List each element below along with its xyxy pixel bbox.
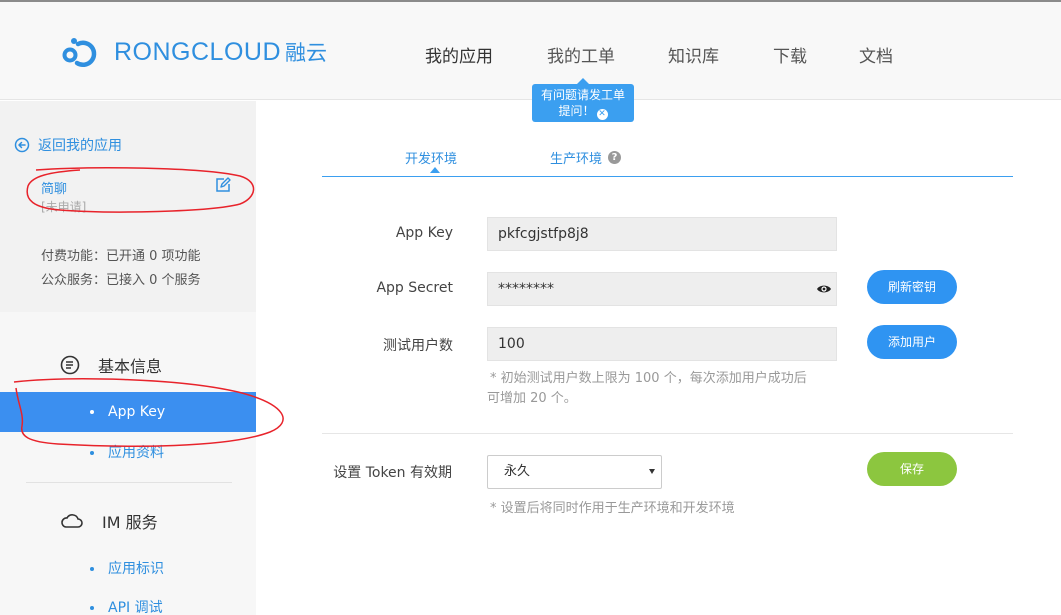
- edit-icon[interactable]: [215, 177, 231, 193]
- app-secret-field[interactable]: ********: [487, 272, 837, 306]
- menu-divider: [26, 482, 232, 483]
- public-services-text: 公众服务：已接入 0 个服务: [41, 273, 201, 288]
- nav-my-apps[interactable]: 我的应用: [425, 42, 493, 67]
- dropdown-arrow-icon: [649, 469, 655, 474]
- test-users-hint-line1: * 初始测试用户数上限为 100 个，每次添加用户成功后: [490, 371, 807, 386]
- back-to-apps-link[interactable]: 返回我的应用: [14, 135, 122, 155]
- tab-prod-env-label: 生产环境: [550, 152, 603, 167]
- token-hint: * 设置后将同时作用于生产环境和开发环境: [490, 501, 735, 516]
- nav-knowledge-base[interactable]: 知识库: [668, 42, 719, 67]
- tab-dev-env-label: 开发环境: [405, 152, 458, 167]
- token-expiry-label: 设置 Token 有效期: [333, 465, 452, 481]
- section-im-service[interactable]: IM 服务: [60, 509, 158, 533]
- test-users-field[interactable]: 100: [487, 327, 837, 361]
- sidebar: 返回我的应用 简聊 [未申请] 付费功能：已开通 0 项功能 公众服务：已接入 …: [0, 101, 256, 615]
- tab-prod-env[interactable]: 生产环境?: [550, 148, 622, 167]
- bullet-icon: [90, 606, 94, 610]
- brand-name: RONGCLOUD: [114, 37, 282, 66]
- bullet-icon: [90, 451, 94, 455]
- sidebar-menu: 基本信息 App Key 应用资料 IM 服务 应用标识 API 调试: [0, 312, 256, 615]
- sidebar-item-app-key[interactable]: App Key: [0, 392, 256, 432]
- tooltip-close-icon[interactable]: ✕: [596, 109, 608, 120]
- tooltip-line1: 有问题请发工单: [540, 88, 625, 102]
- back-label: 返回我的应用: [38, 138, 122, 154]
- token-expiry-value: 永久: [504, 464, 531, 479]
- back-arrow-icon: [14, 137, 30, 153]
- refresh-secret-button[interactable]: 刷新密钥: [867, 270, 957, 304]
- nav-docs[interactable]: 文档: [859, 42, 893, 67]
- active-tab-caret-icon: [430, 167, 440, 173]
- rongcloud-logo[interactable]: RONGCLOUD 融云: [60, 35, 327, 69]
- nav-download[interactable]: 下载: [773, 42, 807, 67]
- help-icon[interactable]: ?: [608, 151, 622, 164]
- app-summary: 返回我的应用 简聊 [未申请] 付费功能：已开通 0 项功能 公众服务：已接入 …: [0, 101, 256, 312]
- app-name: 简聊: [41, 182, 68, 197]
- add-user-button[interactable]: 添加用户: [867, 325, 957, 359]
- eye-icon[interactable]: [816, 281, 832, 297]
- section-basic-info-label: 基本信息: [98, 357, 163, 376]
- test-users-hint: * 初始测试用户数上限为 100 个，每次添加用户成功后 可增加 20 个。: [487, 369, 807, 409]
- app-status: [未申请]: [41, 200, 87, 214]
- sidebar-item-label: 应用标识: [108, 561, 164, 577]
- list-circle-icon: [60, 355, 80, 375]
- test-users-label: 测试用户数: [383, 338, 453, 354]
- app-key-label: App Key: [395, 225, 453, 241]
- sidebar-item-label: API 调试: [108, 600, 163, 615]
- nav-my-tickets[interactable]: 我的工单: [547, 42, 615, 67]
- section-basic-info[interactable]: 基本信息: [60, 353, 162, 377]
- bullet-icon: [90, 410, 94, 414]
- cloud-icon: [61, 514, 83, 528]
- app-secret-label: App Secret: [376, 280, 453, 296]
- save-button[interactable]: 保存: [867, 452, 957, 486]
- app-key-field[interactable]: pkfcgjstfp8j8: [487, 217, 837, 251]
- top-header: RONGCLOUD 融云 我的应用 我的工单 知识库 下载 文档: [0, 0, 1061, 100]
- bullet-icon: [90, 567, 94, 571]
- section-im-service-label: IM 服务: [102, 513, 158, 532]
- tab-dev-env[interactable]: 开发环境: [405, 148, 457, 167]
- sidebar-item-api-debug[interactable]: API 调试: [0, 588, 256, 615]
- section-divider: [322, 433, 1013, 434]
- tooltip-line2: 提问！: [558, 104, 595, 118]
- paid-features-text: 付费功能：已开通 0 项功能: [41, 249, 201, 264]
- ticket-tooltip[interactable]: 有问题请发工单 提问！ ✕: [532, 78, 634, 122]
- rongcloud-logo-icon: [62, 38, 97, 67]
- environment-tabs: 开发环境 生产环境?: [322, 140, 1013, 177]
- brand-name-cn: 融云: [285, 41, 328, 65]
- sidebar-item-label: App Key: [108, 404, 166, 420]
- test-users-hint-line2: 可增加 20 个。: [487, 391, 577, 406]
- token-expiry-select[interactable]: 永久: [487, 455, 662, 489]
- sidebar-item-app-info[interactable]: 应用资料: [0, 433, 256, 473]
- sidebar-item-label: 应用资料: [108, 445, 164, 461]
- sidebar-item-app-id[interactable]: 应用标识: [0, 549, 256, 589]
- app-secret-value: ********: [498, 281, 554, 297]
